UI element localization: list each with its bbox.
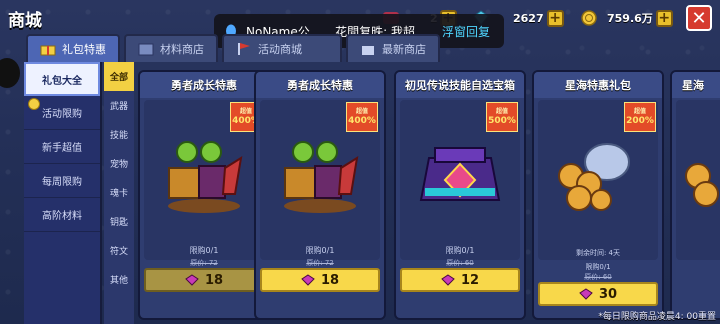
buy-button[interactable]: 30 <box>538 282 658 306</box>
badge-percent: 400% <box>348 115 376 126</box>
card-title: 勇者成长特惠 <box>256 72 384 98</box>
float-reply-button[interactable]: 浮窗回复 <box>442 23 490 40</box>
purchase-limit: 限购0/1 <box>585 263 611 271</box>
magic-chest-icon <box>419 147 501 201</box>
chest-bundle-icon <box>284 141 359 213</box>
card-title: 初见传说技能自选宝箱 <box>396 72 524 98</box>
shop-card[interactable]: 勇者成长特惠 超值 400% 限购0/1 原价: 72 18 <box>254 70 386 320</box>
price-value: 18 <box>204 272 224 288</box>
flag-icon <box>238 43 250 55</box>
coin-bag-icon <box>558 143 630 211</box>
gold-coin-icon <box>581 10 597 26</box>
sidebar-item-newbie[interactable]: 新手超值 <box>24 130 100 164</box>
shop-icon <box>362 46 374 55</box>
tab-label: 材料商店 <box>160 43 204 56</box>
badge-label: 超值 <box>495 107 508 115</box>
gift-icon <box>40 45 56 56</box>
card-body: 超值 400% 限购0/1 <box>260 100 380 260</box>
sidebar-item-advanced-materials[interactable]: 高阶材料 <box>24 198 100 232</box>
original-price: 原价: 60 <box>446 259 474 267</box>
add-gold-button[interactable]: + <box>655 9 673 27</box>
tab-label: 礼包特惠 <box>62 43 106 56</box>
gem-icon <box>301 274 315 286</box>
gem-value: 2627 <box>513 11 544 25</box>
category-subnav: 全部 武器 技能 宠物 魂卡 钥匙 符文 其他 <box>104 62 134 324</box>
tab-label: 最新商店 <box>382 43 426 56</box>
subnav-item-pet[interactable]: 宠物 <box>104 149 134 178</box>
close-button[interactable]: ✕ <box>686 5 712 31</box>
shop-card[interactable]: 星海 <box>670 70 720 320</box>
sidebar-item-all-packs[interactable]: 礼包大全 <box>24 62 100 96</box>
subnav-item-skill[interactable]: 技能 <box>104 120 134 149</box>
subnav-item-key[interactable]: 钥匙 <box>104 207 134 236</box>
crate-icon <box>138 43 154 56</box>
badge-label: 超值 <box>355 107 368 115</box>
original-price: 原价: 72 <box>190 259 218 267</box>
chest-bundle-icon <box>168 141 243 213</box>
gem-icon <box>579 288 593 300</box>
tab-new-shop[interactable]: 最新商店 <box>346 34 440 62</box>
shop-card[interactable]: 初见传说技能自选宝箱 超值 500% 限购0/1 原价: 60 12 <box>394 70 526 320</box>
coin-bag-icon <box>685 163 719 207</box>
price-value: 30 <box>598 286 618 302</box>
subnav-item-other[interactable]: 其他 <box>104 265 134 294</box>
shop-card[interactable]: 勇者成长特惠 超值 400% 限购0/1 原价: 72 18 <box>138 70 270 320</box>
gold-value: 759.6万 <box>607 12 653 25</box>
subnav-item-weapon[interactable]: 武器 <box>104 91 134 120</box>
tab-gift-packs[interactable]: 礼包特惠 <box>26 34 120 62</box>
subnav-item-rune[interactable]: 符文 <box>104 236 134 265</box>
subnav-item-soul-card[interactable]: 魂卡 <box>104 178 134 207</box>
reset-notice: *每日限购商品凌晨4: 00重置 <box>598 312 716 322</box>
sidebar: 礼包大全 活动限购 新手超值 每周限购 高阶材料 <box>24 62 102 324</box>
card-title: 星海特惠礼包 <box>534 72 662 98</box>
card-body: 超值 200% <box>538 100 658 260</box>
original-price: 原价: 72 <box>306 259 334 267</box>
purchase-limit: 限购0/1 <box>445 246 475 255</box>
shop-card[interactable]: 星海特惠礼包 超值 200% 限购0/1 原价: 60 30 剩余时间: 4天 <box>532 70 664 320</box>
gem-icon <box>441 274 455 286</box>
card-body: 超值 400% 限购0/1 <box>144 100 264 260</box>
sidebar-item-weekly[interactable]: 每周限购 <box>24 164 100 198</box>
purchase-limit: 限购0/1 <box>305 246 335 255</box>
page-title: 商城 <box>8 11 42 31</box>
badge-label: 超值 <box>239 107 252 115</box>
badge-label: 超值 <box>633 107 646 115</box>
purchase-limit: 限购0/1 <box>189 246 219 255</box>
price-value: 18 <box>320 272 340 288</box>
badge-percent: 200% <box>626 115 654 126</box>
badge-percent: 500% <box>488 115 516 126</box>
buy-button[interactable]: 18 <box>144 268 264 292</box>
tab-material-shop[interactable]: 材料商店 <box>124 34 218 62</box>
gem-icon <box>185 274 199 286</box>
card-body: 超值 500% 限购0/1 <box>400 100 520 260</box>
shop-tabs: 礼包特惠 材料商店 活动商城 最新商店 <box>26 34 444 62</box>
tab-event-shop[interactable]: 活动商城 <box>222 34 342 62</box>
gold-resource: 759.6万 + <box>580 8 673 28</box>
remaining-time: 剩余时间: 4天 <box>575 249 621 257</box>
tab-label: 活动商城 <box>258 43 302 56</box>
card-title: 勇者成长特惠 <box>140 72 268 98</box>
price-value: 12 <box>460 272 480 288</box>
original-price: 原价: 60 <box>584 273 612 281</box>
add-gem-button[interactable]: + <box>546 9 564 27</box>
card-body <box>676 100 720 260</box>
card-title: 星海 <box>672 72 720 98</box>
subnav-item-all[interactable]: 全部 <box>104 62 134 91</box>
buy-button[interactable]: 18 <box>260 268 380 292</box>
buy-button[interactable]: 12 <box>400 268 520 292</box>
coin-badge-icon <box>28 98 40 110</box>
